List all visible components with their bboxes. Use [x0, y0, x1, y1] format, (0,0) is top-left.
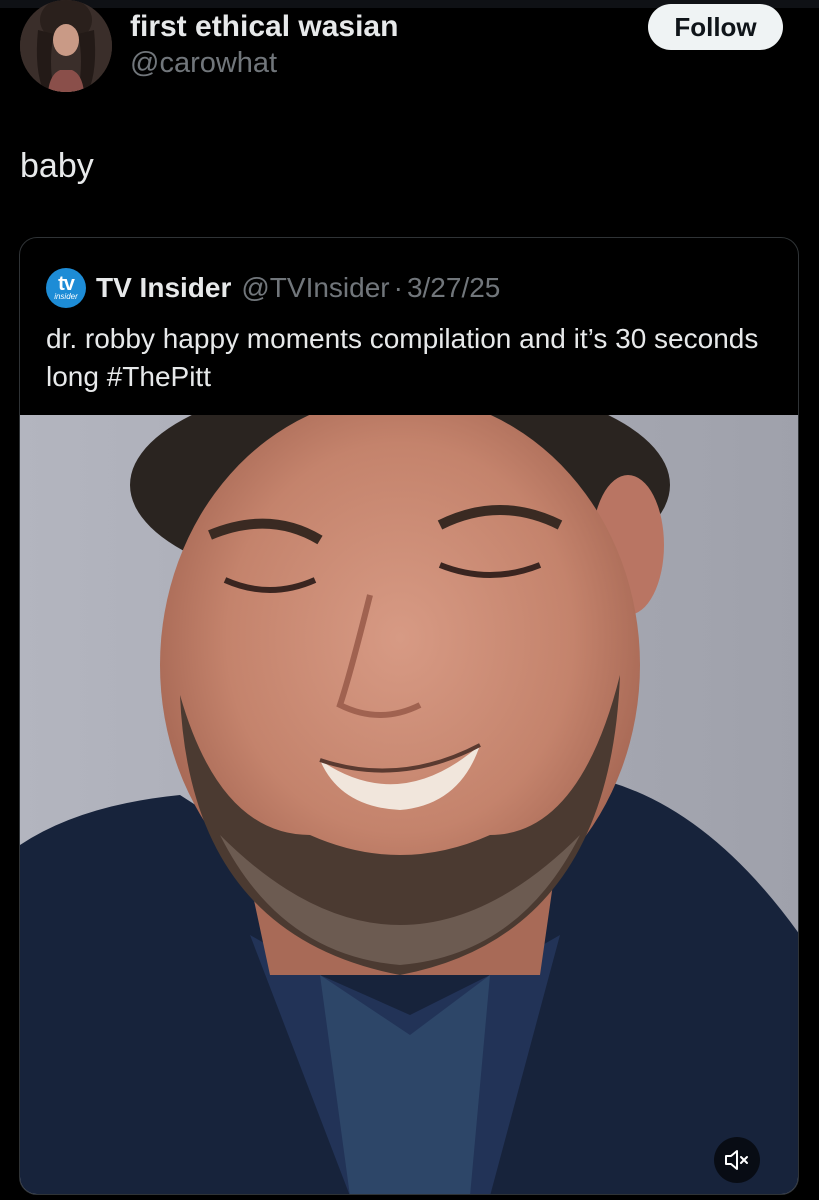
quoted-tweet-card[interactable]: tv insider TV Insider @TVInsider · 3/27/… — [19, 237, 799, 1195]
logo-insider-text: insider — [54, 292, 78, 301]
tweet-text: baby — [20, 147, 94, 185]
avatar-photo-icon — [20, 0, 112, 92]
quoted-tweet-text: dr. robby happy moments compilation and … — [46, 323, 759, 392]
quoted-date[interactable]: 3/27/25 — [407, 272, 500, 304]
author-avatar[interactable] — [20, 0, 112, 92]
mute-button[interactable] — [714, 1137, 760, 1183]
quoted-tweet-header: tv insider TV Insider @TVInsider · 3/27/… — [46, 268, 500, 308]
video-frame-image — [20, 415, 798, 1194]
author-display-name[interactable]: first ethical wasian — [130, 10, 398, 44]
author-handle[interactable]: @carowhat — [130, 47, 277, 80]
quoted-separator: · — [393, 272, 403, 303]
logo-tv-text: tv — [58, 273, 75, 295]
tv-insider-logo-icon[interactable]: tv insider — [46, 268, 86, 308]
follow-button[interactable]: Follow — [648, 4, 783, 50]
quoted-display-name[interactable]: TV Insider — [96, 272, 231, 304]
quoted-handle[interactable]: @TVInsider — [241, 272, 389, 304]
video-player[interactable] — [20, 415, 798, 1194]
speaker-muted-icon — [725, 1150, 748, 1170]
